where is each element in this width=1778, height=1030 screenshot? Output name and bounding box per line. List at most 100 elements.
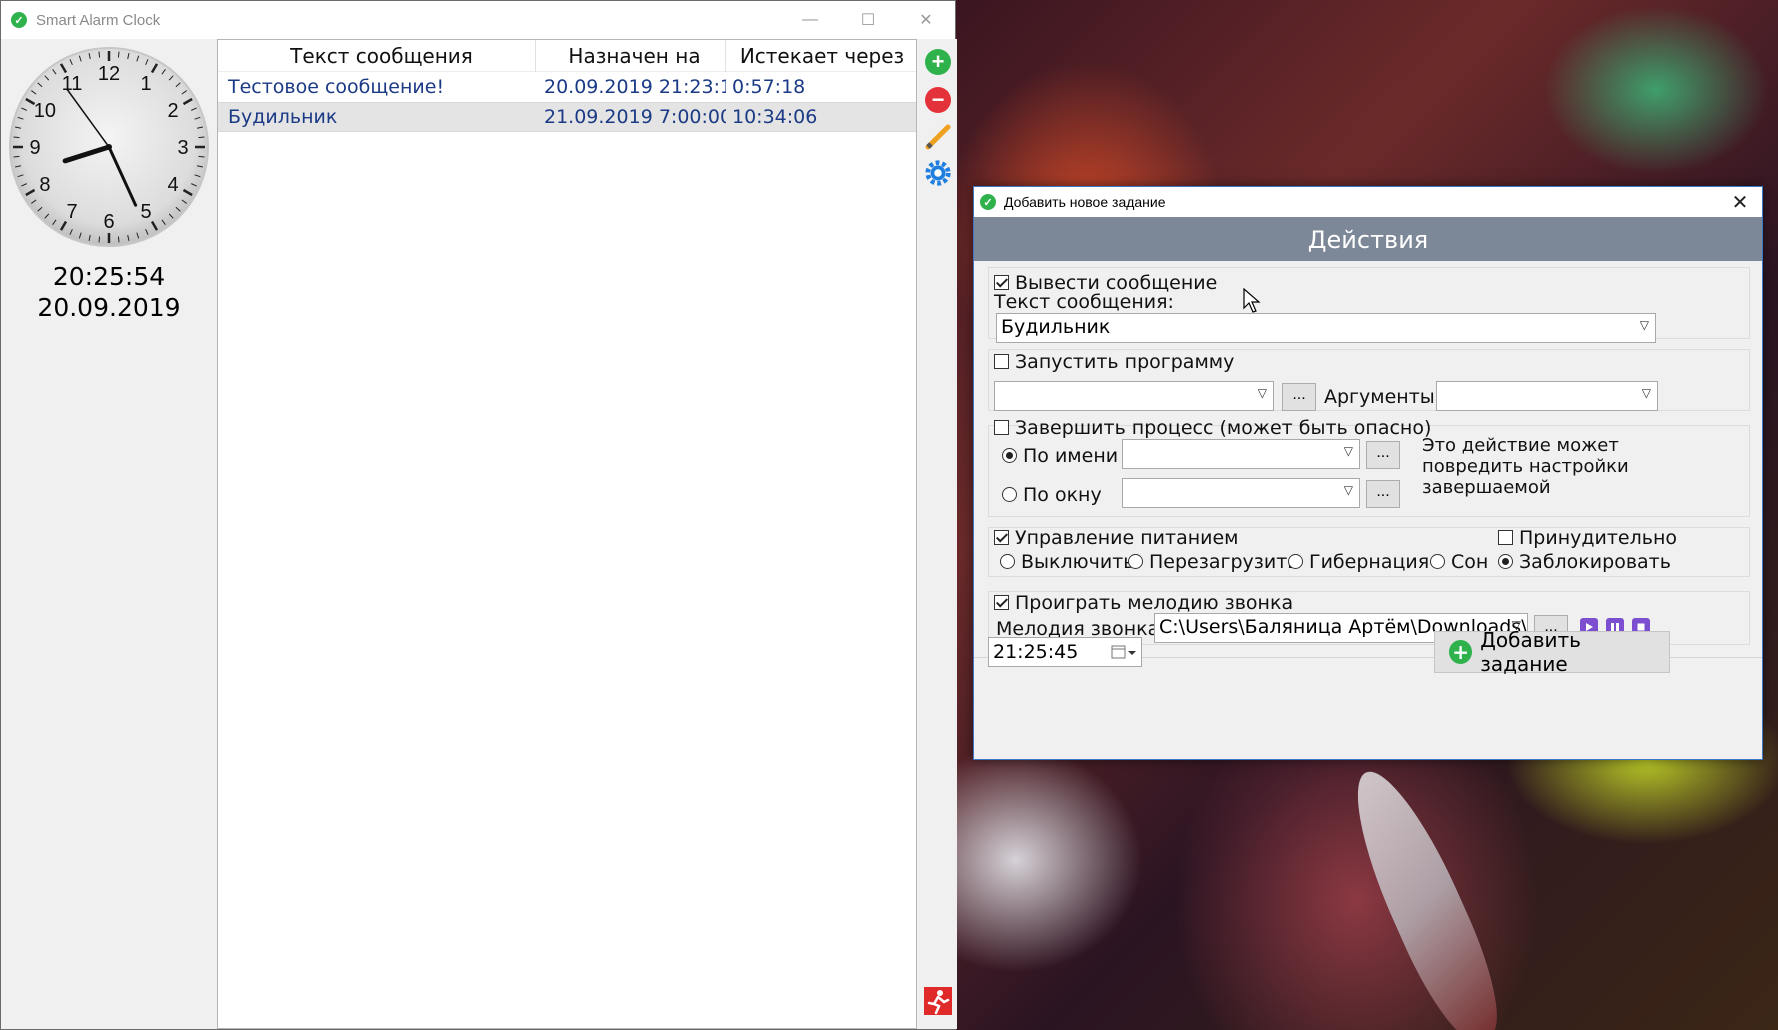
right-toolbar: + − (917, 39, 957, 1029)
clock-tick (98, 51, 101, 58)
program-browse-button[interactable]: ... (1282, 383, 1316, 411)
clock-number: 9 (29, 137, 40, 159)
exit-toolbar-button[interactable] (924, 987, 952, 1015)
force-checkbox[interactable]: Принудительно (1498, 527, 1677, 549)
task-list[interactable]: Текст сообщения Назначен на Истекает чер… (217, 39, 917, 1029)
melody-check (994, 595, 1009, 610)
mouse-cursor-icon (1243, 288, 1261, 313)
edit-task-toolbar-button[interactable] (924, 123, 952, 151)
table-row[interactable]: Будильник 21.09.2019 7:00:00 10:34:06 (218, 102, 916, 132)
process-window-browse-button[interactable]: ... (1366, 480, 1400, 508)
digital-date: 20.09.2019 (37, 293, 181, 322)
clock-number: 8 (39, 174, 50, 196)
remove-icon: − (925, 87, 951, 113)
kill-process-check (994, 420, 1009, 435)
power-restart-radio[interactable]: Перезагрузить (1128, 551, 1298, 573)
power-checkbox[interactable]: Управление питанием (994, 527, 1239, 549)
maximize-button[interactable]: ☐ (839, 1, 897, 39)
restart-radio-dot (1128, 554, 1143, 569)
row-expires: 0:57:18 (732, 76, 806, 98)
minimize-button[interactable]: — (781, 1, 839, 39)
program-path-combo[interactable]: ▽ (994, 381, 1274, 411)
run-program-checkbox[interactable]: Запустить программу (994, 351, 1234, 373)
dialog-header: Действия (974, 217, 1762, 261)
force-label: Принудительно (1519, 527, 1677, 549)
clock-number: 5 (140, 201, 151, 223)
by-window-label: По окну (1023, 484, 1102, 506)
kill-process-checkbox[interactable]: Завершить процесс (может быть опасно) (994, 417, 1431, 439)
power-label: Управление питанием (1015, 527, 1239, 549)
analog-clock: 12 12 3 45 6 78 9 10 11 (9, 47, 209, 247)
run-program-label: Запустить программу (1015, 351, 1235, 373)
window-title: Smart Alarm Clock (36, 11, 161, 29)
by-name-radio-dot (1002, 448, 1017, 463)
column-header-expires[interactable]: Истекает через (726, 40, 912, 72)
power-lock-radio[interactable]: Заблокировать (1498, 551, 1671, 573)
main-titlebar[interactable]: ✓ Smart Alarm Clock — ☐ ✕ (1, 1, 955, 39)
column-header-text[interactable]: Текст сообщения (218, 39, 536, 72)
arguments-label: Аргументы: (1324, 386, 1442, 408)
calendar-dropdown-icon[interactable] (1111, 643, 1137, 661)
shutdown-label: Выключить (1021, 551, 1135, 573)
dialog-close-button[interactable]: ✕ (1718, 190, 1762, 215)
edit-icon (925, 124, 951, 150)
clock-number: 7 (66, 201, 77, 223)
settings-toolbar-button[interactable] (924, 159, 952, 187)
dialog-check-icon: ✓ (980, 194, 996, 210)
message-text-combo[interactable]: Будильник ▽ (996, 313, 1656, 343)
melody-label: Проиграть мелодию звонка (1015, 592, 1294, 614)
clock-tick (117, 51, 120, 58)
row-scheduled: 21.09.2019 7:00:00 (544, 106, 726, 128)
digital-time: 20:25:54 (52, 262, 166, 291)
process-name-browse-button[interactable]: ... (1366, 441, 1400, 469)
arguments-combo[interactable]: ▽ (1436, 381, 1658, 411)
message-text-label: Текст сообщения: (994, 291, 1174, 313)
lock-label: Заблокировать (1519, 551, 1671, 573)
close-button[interactable]: ✕ (897, 1, 955, 39)
time-picker[interactable]: 21:25:45 (988, 637, 1142, 667)
row-expires: 10:34:06 (732, 106, 818, 128)
clock-tick (13, 155, 20, 158)
exit-icon (924, 987, 952, 1015)
kill-process-label: Завершить процесс (может быть опасно) (1015, 417, 1432, 439)
hibernate-radio-dot (1288, 554, 1303, 569)
time-value: 21:25:45 (993, 641, 1079, 663)
row-text: Будильник (228, 106, 338, 128)
chevron-down-icon: ▽ (1641, 386, 1651, 400)
power-sleep-radio[interactable]: Сон (1430, 551, 1488, 573)
add-task-toolbar-button[interactable]: + (924, 48, 952, 76)
sleep-radio-dot (1430, 554, 1445, 569)
show-message-check (994, 275, 1009, 290)
row-text: Тестовое сообщение! (228, 76, 445, 98)
clock-tick (198, 136, 205, 139)
by-window-radio[interactable]: По окну (1002, 484, 1102, 506)
clock-pane: 12 1 2 3 4 5 6 7 8 9 10 11 20:25:54 20.09.2019 (1, 39, 217, 1029)
dialog-titlebar[interactable]: ✓ Добавить новое задание ✕ (974, 187, 1762, 217)
clock-tick (117, 236, 120, 243)
clock-number: 11 (62, 73, 83, 95)
process-name-combo[interactable]: ▽ (1122, 439, 1360, 469)
process-window-combo[interactable]: ▽ (1122, 478, 1360, 508)
power-hibernate-radio[interactable]: Гибернация (1288, 551, 1429, 573)
chevron-down-icon: ▽ (1343, 444, 1353, 458)
add-task-label: Добавить задание (1480, 628, 1581, 676)
melody-checkbox[interactable]: Проиграть мелодию звонка (994, 592, 1293, 614)
add-task-button[interactable]: + Добавить задание (1434, 628, 1670, 676)
add-task-dialog: ✓ Добавить новое задание ✕ Действия Выве… (973, 186, 1763, 760)
by-name-radio[interactable]: По имени (1002, 445, 1118, 467)
kill-process-warning: Это действие может повредить настройки з… (1422, 435, 1629, 498)
power-shutdown-radio[interactable]: Выключить (1000, 551, 1135, 573)
force-check (1498, 530, 1513, 545)
power-check (994, 530, 1009, 545)
list-header: Текст сообщения Назначен на Истекает чер… (218, 39, 916, 72)
sleep-label: Сон (1451, 551, 1489, 573)
clock-number: 10 (34, 100, 56, 122)
clock-tick (198, 155, 205, 158)
clock-number: 4 (168, 174, 179, 196)
clock-number: 3 (177, 137, 188, 159)
add-icon: + (1449, 640, 1473, 664)
table-row[interactable]: Тестовое сообщение! 20.09.2019 21:23:1 0… (218, 72, 916, 102)
remove-task-toolbar-button[interactable]: − (924, 86, 952, 114)
clock-number: 1 (140, 73, 151, 95)
column-header-scheduled[interactable]: Назначен на (536, 39, 726, 72)
